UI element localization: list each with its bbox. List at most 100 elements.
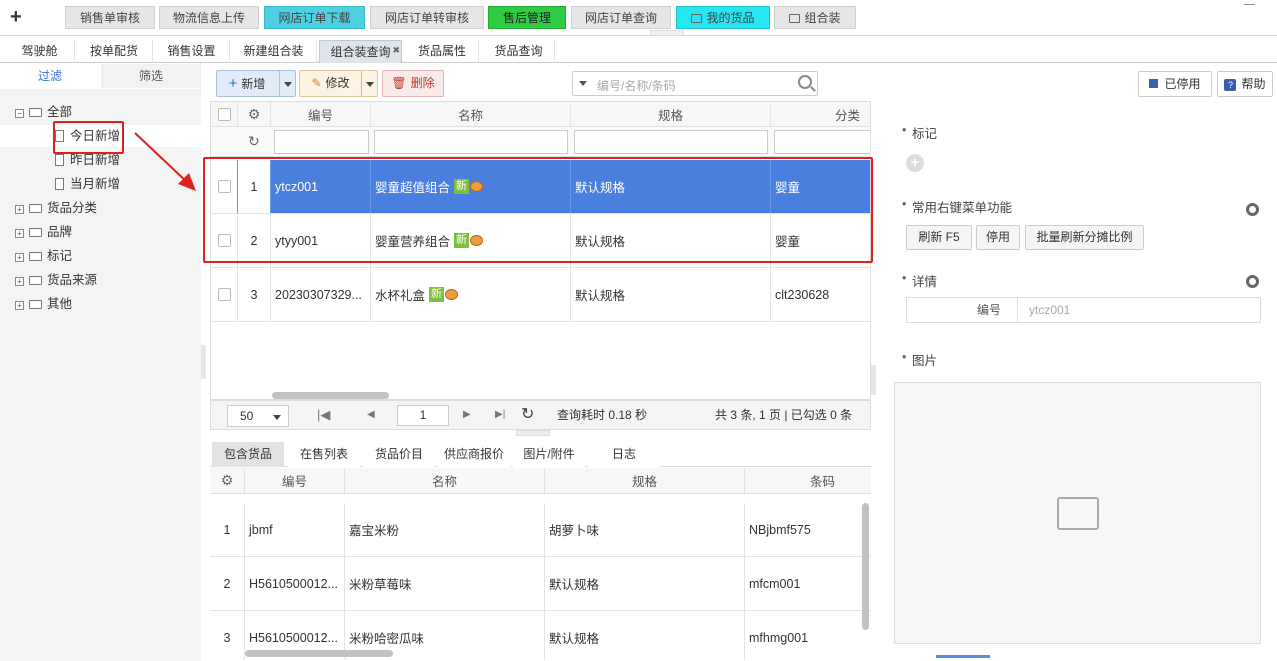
sub-tab-cockpit[interactable]: 驾驶舱	[5, 40, 75, 63]
batch-refresh-button[interactable]: 批量刷新分摊比例	[1025, 225, 1144, 250]
chevron-down-icon	[284, 82, 292, 87]
prev-page-icon[interactable]: ◀	[367, 401, 375, 429]
tab-on-sale[interactable]: 在售列表	[288, 442, 360, 467]
page-size-select[interactable]: 50	[227, 405, 289, 427]
gear-icon[interactable]: ⚙	[248, 106, 261, 123]
header-category[interactable]: 分类	[771, 102, 870, 126]
bottom-collapse-handle[interactable]	[516, 430, 550, 436]
close-icon[interactable]: ✖	[392, 39, 400, 61]
top-tab-order-review[interactable]: 网店订单转审核	[370, 6, 484, 29]
tree-node-all[interactable]: − 全部	[15, 101, 72, 123]
gear-icon[interactable]	[1246, 275, 1259, 288]
tree-label: 标记	[47, 249, 73, 263]
minimize-icon[interactable]	[1244, 4, 1255, 8]
page-input[interactable]: 1	[397, 405, 449, 426]
stop-button[interactable]: 停用	[976, 225, 1020, 250]
header-barcode[interactable]: 条码	[745, 468, 871, 493]
select-all-checkbox[interactable]	[217, 107, 231, 121]
chevron-down-icon[interactable]	[579, 81, 587, 86]
reload-icon[interactable]: ↻	[521, 401, 534, 429]
top-tab-my-goods[interactable]: 我的货品	[676, 6, 770, 29]
sub-tab-sales-settings[interactable]: 销售设置	[154, 40, 230, 63]
refresh-icon[interactable]: ↻	[248, 133, 260, 150]
top-tab-logistics-upload[interactable]: 物流信息上传	[159, 6, 259, 29]
header-spec[interactable]: 规格	[571, 102, 771, 126]
header-name[interactable]: 名称	[345, 468, 545, 493]
collapse-handle[interactable]	[650, 30, 684, 36]
left-collapse-handle[interactable]	[201, 345, 206, 379]
expand-icon[interactable]: +	[15, 229, 24, 238]
collapse-icon[interactable]: −	[15, 109, 24, 118]
gear-icon[interactable]	[1246, 203, 1259, 216]
grid-header: ⚙ 编号 名称 规格 分类	[211, 102, 870, 127]
new-button[interactable]: + 新增	[216, 70, 296, 97]
row-spec: 默认规格	[571, 268, 771, 321]
first-page-icon[interactable]: |◀	[317, 401, 330, 429]
tree-node-source[interactable]: + 货品来源	[15, 269, 97, 291]
horizontal-scrollbar[interactable]	[272, 392, 389, 399]
filter-category-input[interactable]	[774, 130, 870, 154]
row-spec: 默认规格	[545, 611, 745, 660]
filter-tab[interactable]: 过滤	[0, 64, 100, 88]
table-row[interactable]: 2 H5610500012... 米粉草莓味 默认规格 mfcm001	[210, 557, 871, 611]
screen-tab[interactable]: 筛选	[101, 64, 201, 88]
sub-tab-goods-query[interactable]: 货品查询	[483, 40, 555, 63]
horizontal-scrollbar[interactable]	[245, 650, 393, 657]
sub-tab-allocate[interactable]: 按单配货	[76, 40, 153, 63]
next-page-icon[interactable]: ▶	[463, 401, 471, 429]
header-spec[interactable]: 规格	[545, 468, 745, 493]
tab-log[interactable]: 日志	[588, 442, 660, 467]
sub-tab-new-combo[interactable]: 新建组合装	[231, 40, 317, 63]
top-tab-aftersale[interactable]: 售后管理	[488, 6, 566, 29]
new-dropdown[interactable]	[279, 71, 295, 96]
tree-node-month[interactable]: 当月新增	[55, 173, 120, 195]
header-code[interactable]: 编号	[245, 468, 345, 493]
panel-indicator	[936, 655, 990, 658]
top-tab-order-query[interactable]: 网店订单查询	[571, 6, 671, 29]
top-tab-sales-review[interactable]: 销售单审核	[65, 6, 155, 29]
header-code[interactable]: 编号	[271, 102, 371, 126]
gear-icon[interactable]: ⚙	[221, 472, 234, 489]
tree-node-brand[interactable]: + 品牌	[15, 221, 72, 243]
image-area[interactable]	[894, 382, 1261, 644]
tree-node-mark[interactable]: + 标记	[15, 245, 72, 267]
tab-attachments[interactable]: 图片/附件	[513, 442, 585, 467]
tab-label: 销售设置	[167, 44, 216, 58]
filter-spec-input[interactable]	[574, 130, 768, 154]
refresh-button[interactable]: 刷新 F5	[906, 225, 972, 250]
expand-icon[interactable]: +	[15, 301, 24, 310]
vertical-scrollbar[interactable]	[862, 503, 869, 630]
add-tab-icon[interactable]: +	[10, 6, 22, 28]
table-row[interactable]: 3 20230307329... 水杯礼盒新 默认规格 clt230628	[211, 268, 870, 322]
row-checkbox-cell	[211, 268, 238, 321]
sub-tab-combo-query[interactable]: 组合装查询 ✖	[319, 40, 402, 63]
last-page-icon[interactable]: ▶|	[495, 401, 505, 429]
top-tab-combo[interactable]: 组合装	[774, 6, 856, 29]
tab-included-goods[interactable]: 包含货品	[212, 442, 284, 467]
tab-supplier-quote[interactable]: 供应商报价	[438, 442, 510, 467]
search-box[interactable]: 编号/名称/条码	[572, 71, 818, 96]
table-row[interactable]: 1 jbmf 嘉宝米粉 胡萝卜味 NBjbmf575	[210, 503, 871, 557]
edit-button[interactable]: ✎ 修改	[299, 70, 378, 97]
expand-icon[interactable]: +	[15, 277, 24, 286]
row-checkbox[interactable]	[217, 288, 231, 301]
search-icon[interactable]	[798, 75, 812, 89]
filter-code-input[interactable]	[274, 130, 369, 154]
edit-dropdown[interactable]	[361, 71, 377, 96]
tree-node-category[interactable]: + 货品分类	[15, 197, 97, 219]
expand-icon[interactable]: +	[15, 253, 24, 262]
header-name[interactable]: 名称	[371, 102, 571, 126]
expand-icon[interactable]: +	[15, 205, 24, 214]
delete-button[interactable]: 🗑 删除	[382, 70, 444, 97]
help-button[interactable]: ? 帮助	[1217, 71, 1273, 97]
top-tab-order-download[interactable]: 网店订单下载	[264, 6, 365, 29]
filter-name-input[interactable]	[374, 130, 568, 154]
folder-icon	[789, 14, 801, 23]
header-settings-cell: ⚙	[238, 102, 271, 126]
tab-price-list[interactable]: 货品价目	[363, 442, 435, 467]
disabled-filter-button[interactable]: 已停用	[1138, 71, 1212, 97]
right-collapse-handle[interactable]	[871, 365, 876, 395]
sub-tab-goods-attr[interactable]: 货品属性	[406, 40, 479, 63]
add-mark-icon[interactable]: +	[906, 154, 924, 172]
tree-node-other[interactable]: + 其他	[15, 293, 72, 315]
